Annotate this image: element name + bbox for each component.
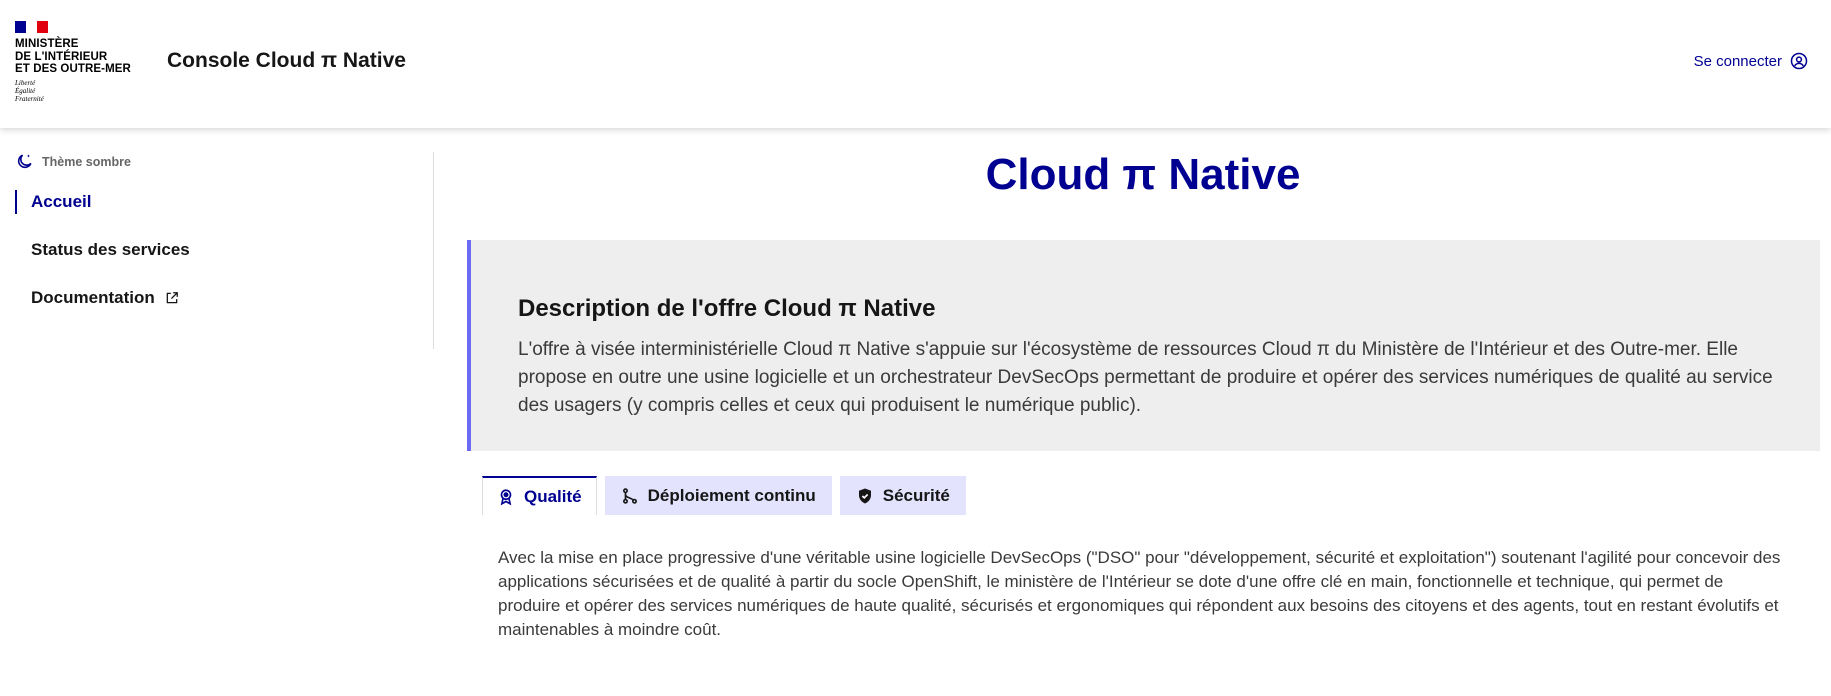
- service-title[interactable]: Console Cloud π Native: [167, 49, 406, 73]
- tab-panel-qualite: Avec la mise en place progressive d'une …: [498, 548, 1781, 639]
- sidebar-item-status[interactable]: Status des services: [15, 238, 190, 262]
- theme-toggle-button[interactable]: Thème sombre: [15, 152, 131, 171]
- award-icon: [500, 488, 512, 505]
- sidebar-item-accueil[interactable]: Accueil: [15, 190, 91, 214]
- tab-securite[interactable]: Sécurité: [839, 476, 966, 515]
- shield-icon: [858, 488, 871, 503]
- login-label: Se connecter: [1693, 52, 1782, 70]
- site-header: Ministère de l'Intérieur et des Outre-me…: [0, 0, 1831, 128]
- sidebar-nav: Thème sombre Accueil Status des services…: [0, 152, 434, 349]
- republic-motto: Liberté Égalité Fraternité: [15, 78, 44, 103]
- french-flag-icon: [15, 21, 48, 33]
- moon-icon: [17, 154, 32, 169]
- theme-toggle-label: Thème sombre: [42, 154, 131, 169]
- login-button[interactable]: Se connecter: [1694, 52, 1808, 70]
- sidebar-item-label: Accueil: [31, 192, 92, 211]
- tab-label: Déploiement continu: [647, 485, 816, 505]
- git-branch-icon: [622, 487, 637, 504]
- sidebar-item-documentation[interactable]: Documentation: [15, 286, 179, 310]
- tab-qualite[interactable]: Qualité: [482, 476, 597, 515]
- marianne-logo: [15, 21, 145, 33]
- tab-label: Qualité: [524, 486, 582, 506]
- callout-text: L'offre à visée interministérielle Cloud…: [518, 339, 1773, 416]
- page-title: Cloud π Native: [985, 150, 1301, 199]
- tab-label: Sécurité: [882, 485, 950, 505]
- tab-list: Qualité Déploiement continu Sécurité: [482, 476, 966, 515]
- ministry-name: Ministère de l'Intérieur et des Outre-me…: [15, 38, 131, 75]
- description-callout: Description de l'offre Cloud π Native L'…: [467, 240, 1820, 451]
- callout-title: Description de l'offre Cloud π Native: [518, 295, 936, 322]
- tab-deploiement-continu[interactable]: Déploiement continu: [604, 476, 832, 515]
- sidebar-item-label: Documentation: [31, 288, 155, 307]
- ministry-logo[interactable]: Ministère de l'Intérieur et des Outre-me…: [15, 21, 145, 103]
- external-link-icon: [166, 292, 178, 304]
- sidebar-item-label: Status des services: [31, 240, 190, 259]
- user-circle-icon: [1790, 52, 1808, 70]
